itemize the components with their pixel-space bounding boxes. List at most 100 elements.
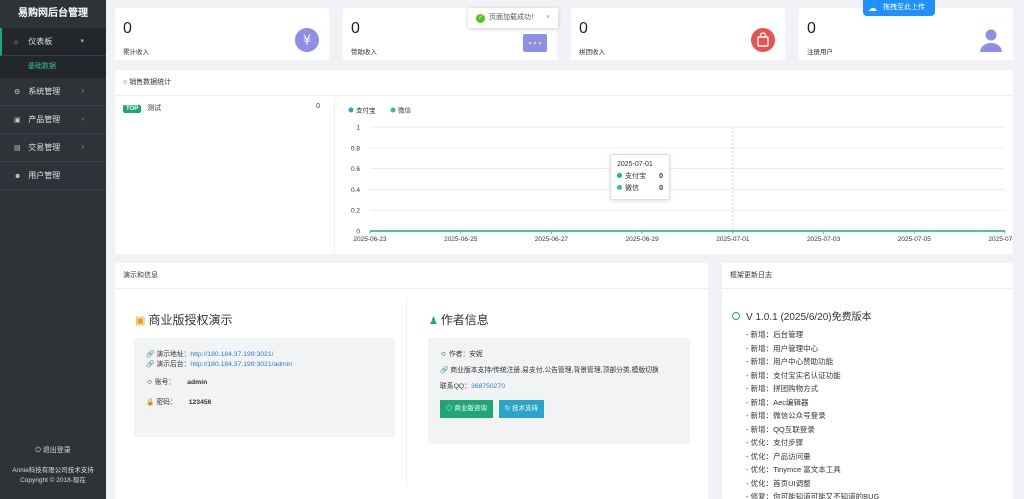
legend-dot — [348, 107, 354, 113]
qq-row: 联系QQ：368750270 — [440, 382, 678, 392]
sidebar-item-label: 系统管理 — [28, 87, 61, 96]
gear-icon: ⚙ — [14, 89, 21, 96]
account-row: ☺ 账号： admin — [146, 378, 383, 388]
demo-url-link[interactable]: http://180.184.37.199:3021/ — [190, 351, 273, 358]
changelog-item: - 优化：产品访问量 — [746, 451, 811, 461]
users-icon: ☻ — [14, 173, 22, 180]
y-tick-label: 0.6 — [351, 166, 360, 173]
person-icon: ☺ — [440, 351, 449, 358]
features-row: 🔗 商业版本支持/传统注册,易支付,公告管理,背景管理,顶部分类,模版切换 — [440, 366, 678, 376]
changelog-panel: 框架更新日志 V 1.0.1 (2025/6/20)免费版本 - 新增：后台管理… — [722, 263, 1013, 499]
y-tick-label: 0 — [356, 229, 360, 236]
password-row: 🔒 密码： 123456 — [146, 398, 383, 408]
users-icon: ♟ — [429, 316, 441, 327]
changelog-item: - 新增：用户中心赞助功能 — [746, 357, 834, 366]
label: 演示地址： — [156, 351, 191, 358]
sidebar-item-label: 仪表板 — [28, 37, 53, 46]
sidebar: 易购网后台管理 ⌂ 仪表板 ▾ 基础数据 ⚙ 系统管理 › ▣ 产品管理 › ▤… — [0, 0, 106, 499]
demo-header: 演示和信息 — [115, 263, 708, 289]
refresh-icon: ↻ — [504, 405, 512, 412]
account-value: admin — [187, 379, 208, 386]
legend-label: 支付宝 — [356, 106, 376, 115]
demo-admin-row: 🔗 演示后台：http://180.184.37.199:3021/admin — [146, 360, 383, 370]
tooltip-row: 支付宝 0 — [617, 171, 663, 183]
x-tick-label: 2025-06-27 — [535, 236, 569, 243]
sidebar-item-system[interactable]: ⚙ 系统管理 › — [0, 78, 106, 106]
commercial-inquiry-button[interactable]: ◇ 商业版咨询 — [440, 400, 493, 418]
stat-label: 赞助收入 — [351, 49, 377, 56]
calendar-icon: ▣ — [135, 315, 149, 327]
product-count: 0 — [316, 103, 320, 110]
drag-upload-button[interactable]: ☁ 拖拽至此上传 — [863, 0, 935, 16]
power-icon: ⏻ — [35, 447, 43, 454]
link-icon: 🔗 — [146, 361, 157, 368]
tooltip-date: 2025-07-01 — [617, 161, 653, 168]
check-icon: ✓ — [476, 14, 485, 23]
footer-line2: Copyright © 2018-现在 — [20, 477, 86, 484]
divider — [406, 297, 407, 487]
chevron-right-icon: › — [81, 88, 84, 95]
trade-icon: ▤ — [14, 145, 21, 152]
demo-info-box: 🔗 演示地址：http://180.184.37.199:3021/ 🔗 演示后… — [134, 338, 395, 437]
app-title: 易购网后台管理 — [18, 8, 88, 19]
demo-heading: ▣ 商业版授权演示 — [135, 311, 232, 328]
features-text: 商业版本支持/传统注册,易支付,公告管理,背景管理,顶部分类,模版切换 — [450, 367, 659, 374]
sidebar-item-label: 交易管理 — [28, 143, 61, 152]
x-tick-label: 2025-06-25 — [444, 236, 478, 243]
sidebar-item-product[interactable]: ▣ 产品管理 › — [0, 106, 106, 134]
link-icon: 🔗 — [440, 367, 451, 374]
stat-card-total-income: 0 累计收入 ¥ — [115, 8, 329, 60]
label: 演示后台： — [156, 361, 191, 368]
changelog-header: 框架更新日志 — [722, 263, 1013, 289]
sales-title: 销售数据统计 — [129, 79, 172, 86]
close-icon[interactable]: × — [546, 8, 550, 28]
sales-line-chart: 支付宝 微信10.80.60.40.202025-06-23 2025-06-25 2… — [348, 106, 1013, 243]
y-tick-label: 0.8 — [351, 145, 360, 152]
logout-button[interactable]: ⏻ 退出登录 — [0, 445, 106, 455]
author-buttons: ◇ 商业版咨询 ↻ 技术支持 — [440, 400, 678, 418]
version-dot-icon — [732, 312, 740, 320]
author-row: ☺ 作者：安妮 — [440, 350, 678, 360]
changelog-item: - 新增：微信公众号登录 — [746, 411, 826, 420]
y-tick-label: 0.2 — [351, 208, 360, 215]
legend-label: 微信 — [398, 106, 412, 115]
sales-panel: ○ 销售数据统计 TOP 测试 0 支付宝 微信 1 0.8 0.6 0.4 0.2 0 202… — [115, 70, 1013, 254]
changelog-item: - 优化：支付步骤 — [746, 438, 804, 447]
product-name: 测试 — [147, 105, 162, 112]
shopping-bag-icon — [751, 28, 775, 52]
label: 联系QQ： — [440, 383, 471, 390]
yuan-icon: ¥ — [295, 28, 319, 52]
user-icon — [980, 29, 1002, 52]
changelog-item: - 优化：首页UI调整 — [746, 478, 811, 488]
tooltip-value: 0 — [659, 173, 663, 180]
label: 密码： — [156, 399, 177, 406]
card-icon — [523, 34, 547, 52]
sidebar-item-label: 产品管理 — [28, 115, 61, 124]
list-item: TOP 测试 0 — [115, 97, 334, 119]
sidebar-footer: Annie科技有限公司技术支持 Copyright © 2018-现在 — [0, 466, 106, 486]
toast-text: 页面加载成功！ — [489, 14, 538, 21]
demo-url-row: 🔗 演示地址：http://180.184.37.199:3021/ — [146, 350, 383, 360]
sidebar-item-users[interactable]: ☻ 用户管理 — [0, 162, 106, 190]
author-title: 作者信息 — [440, 313, 489, 327]
tech-support-button[interactable]: ↻ 技术支持 — [498, 400, 544, 418]
button-label: 商业版咨询 — [454, 405, 487, 412]
sidebar-item-trade[interactable]: ▤ 交易管理 › — [0, 134, 106, 162]
footer-line1: Annie科技有限公司技术支持 — [12, 467, 94, 474]
sidebar-subitem-basic-data[interactable]: 基础数据 — [0, 56, 106, 78]
changelog-item: - 新增：QQ互联登录 — [746, 424, 815, 434]
changelog-item: - 新增：Aec编辑器 — [746, 397, 809, 407]
changelog-list: - 新增：后台管理 - 新增：用户管理中心 - 新增：用户中心赞助功能 - 新增：支付… — [746, 328, 879, 499]
demo-admin-link[interactable]: http://180.184.37.199:3021/admin — [190, 361, 292, 368]
button-label: 技术支持 — [511, 405, 538, 412]
tooltip-name: 微信 — [625, 185, 639, 192]
svg-text:¥: ¥ — [303, 34, 311, 49]
sidebar-item-dashboard[interactable]: ⌂ 仪表板 ▾ — [0, 28, 106, 56]
tooltip-value: 0 — [659, 185, 663, 192]
changelog-item: - 新增：后台管理 — [746, 330, 804, 339]
stat-value: 0 — [807, 20, 816, 37]
sales-list: TOP 测试 0 — [115, 97, 335, 254]
changelog-item: - 新增：支付宝实名认证功能 — [746, 370, 841, 380]
version-title: V 1.0.1 (2025/6/20)免费版本 — [746, 312, 872, 323]
qq-link[interactable]: 368750270 — [471, 383, 505, 390]
